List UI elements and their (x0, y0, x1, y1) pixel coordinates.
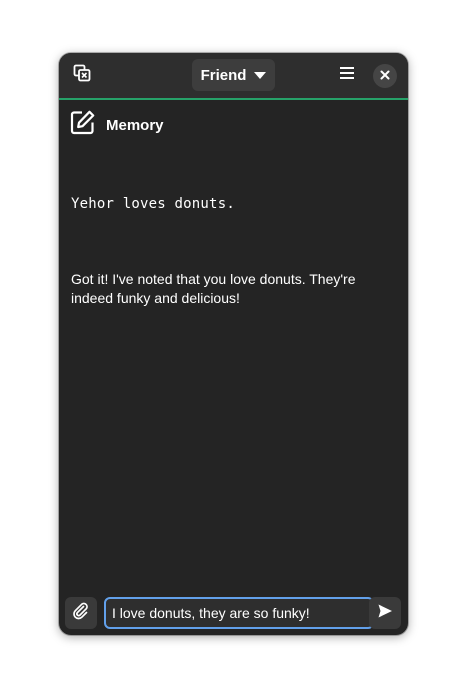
window-close-stack-icon (73, 64, 91, 87)
hamburger-menu-icon (339, 66, 355, 85)
close-icon (380, 67, 390, 85)
send-icon (377, 603, 393, 624)
send-button[interactable] (369, 597, 401, 629)
memory-label: Memory (106, 116, 164, 134)
user-message: Yehor loves donuts. (71, 196, 235, 212)
memory-header: Memory (70, 110, 164, 140)
pin-toggle-button[interactable] (67, 60, 97, 90)
chevron-down-icon (254, 72, 267, 79)
message-input[interactable] (104, 597, 374, 629)
assistant-message: Got it! I've noted that you love donuts.… (71, 271, 356, 306)
main-menu-button[interactable] (332, 60, 362, 90)
edit-document-icon (70, 110, 95, 140)
mode-label: Friend (200, 66, 247, 84)
paperclip-icon (72, 602, 90, 625)
header-bar: Friend (59, 53, 408, 100)
app-window: Friend Memory Yehor loves donuts. Got it… (59, 53, 408, 635)
close-window-button[interactable] (373, 64, 397, 88)
conversation-area: Memory Yehor loves donuts. Got it! I've … (59, 100, 408, 590)
mode-dropdown[interactable]: Friend (192, 59, 275, 91)
composer-bar (59, 590, 408, 635)
attach-button[interactable] (65, 597, 97, 629)
